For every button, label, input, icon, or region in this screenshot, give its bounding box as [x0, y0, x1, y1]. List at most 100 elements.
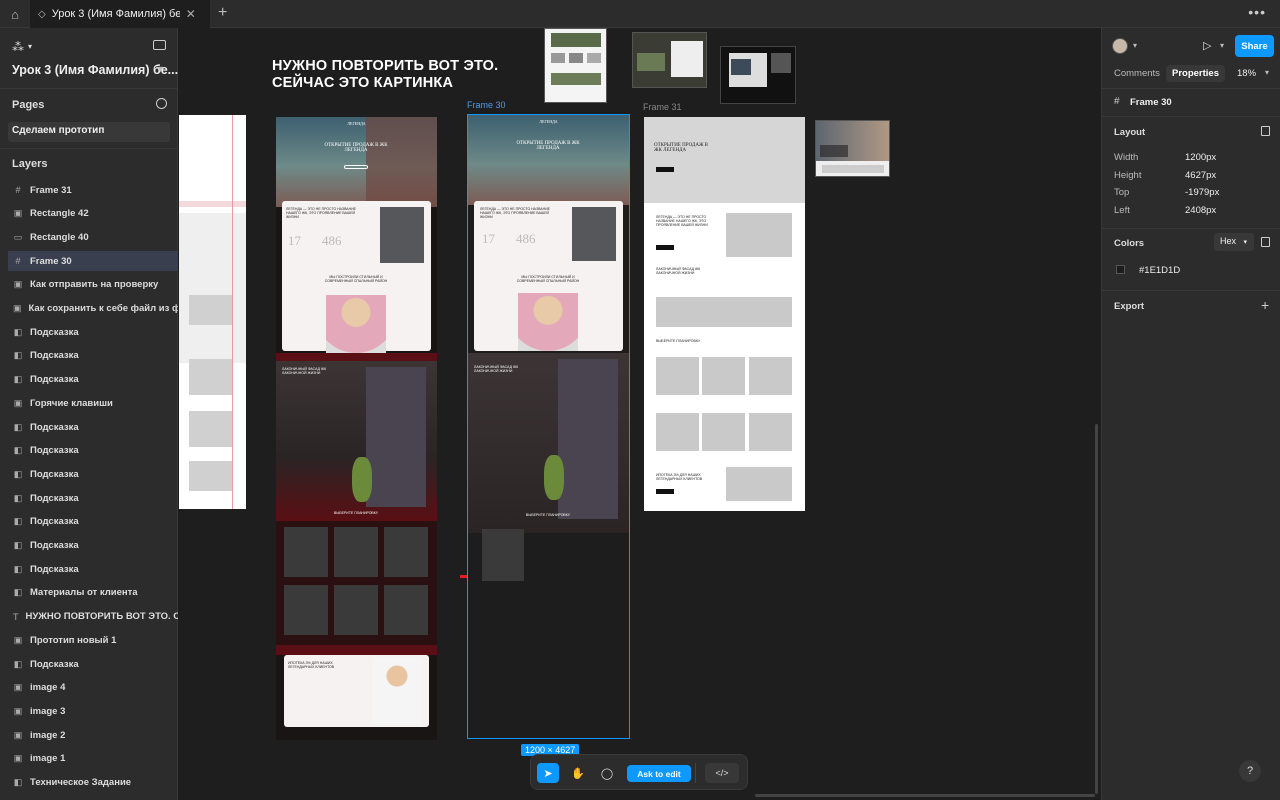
thumbnail-image-2[interactable]	[632, 32, 707, 88]
layer-item[interactable]: ▣ Rectangle 42	[8, 204, 178, 224]
comment-tool-icon[interactable]: ◯	[596, 763, 618, 783]
layout-prop-label: Left	[1114, 205, 1130, 217]
chevron-down-icon[interactable]: ▾	[1265, 68, 1269, 77]
page-item-prototype[interactable]: Сделаем прототип	[8, 122, 170, 142]
layout-prop-value[interactable]: 1200px	[1185, 152, 1216, 163]
layer-item[interactable]: ▣ image 2	[8, 725, 178, 745]
layer-item[interactable]: ◧ Техническое Задание	[8, 773, 178, 793]
frame31-offer-title: ИПОТЕКА 3% ДЛЯ НАШИХ ЛЕГЕНДАРНЫХ КЛИЕНТО…	[656, 473, 703, 481]
help-icon[interactable]: ?	[1239, 760, 1261, 782]
share-button[interactable]: Share	[1235, 35, 1274, 57]
clipboard-icon[interactable]	[1261, 126, 1270, 136]
avatar[interactable]	[1112, 38, 1128, 54]
layer-item[interactable]: # Frame 31	[8, 180, 178, 200]
layer-type-icon: ◧	[13, 374, 23, 385]
main-menu-button[interactable]: ⁂ ▾	[12, 40, 32, 54]
layer-label: Подсказка	[30, 658, 79, 670]
layer-item[interactable]: ◧ Материалы от клиента	[8, 583, 178, 603]
play-icon[interactable]: ▷	[1203, 39, 1211, 52]
layer-label: image 1	[30, 753, 66, 765]
layout-prop-value[interactable]: 2408px	[1185, 205, 1216, 216]
chevron-down-icon[interactable]: ▼	[156, 64, 165, 74]
move-tool-icon[interactable]: ➤	[537, 763, 559, 783]
layer-item[interactable]: ▣ Горячие клавиши	[8, 393, 178, 413]
thumbnail-image-3[interactable]	[720, 46, 796, 104]
layer-type-icon: ◧	[13, 445, 23, 456]
add-export-plus-icon[interactable]: +	[1261, 297, 1269, 313]
more-options-icon[interactable]: •••	[1248, 4, 1266, 20]
color-swatch[interactable]	[1116, 265, 1125, 274]
layer-item[interactable]: ▣ image 3	[8, 701, 178, 721]
ask-to-edit-button[interactable]: Ask to edit	[627, 765, 691, 782]
tab-properties[interactable]: Properties	[1166, 65, 1225, 82]
frame31-label[interactable]: Frame 31	[643, 102, 682, 112]
layer-item[interactable]: ▣ Прототип новый 1	[8, 630, 178, 650]
layer-item[interactable]: ▣ image 4	[8, 678, 178, 698]
selection-name[interactable]: Frame 30	[1130, 97, 1172, 108]
layer-item[interactable]: ◧ Подсказка	[8, 512, 178, 532]
layer-item[interactable]: ◧ Подсказка	[8, 654, 178, 674]
layer-type-icon: ▣	[13, 753, 23, 764]
layer-item[interactable]: ◧ Подсказка	[8, 464, 178, 484]
layer-label: Подсказка	[30, 445, 79, 457]
chevron-down-icon[interactable]: ▾	[1220, 41, 1224, 50]
headline-line-1: НУЖНО ПОВТОРИТЬ ВОТ ЭТО.	[272, 58, 499, 74]
chevron-down-icon[interactable]: ▾	[1133, 41, 1137, 50]
divider	[1102, 290, 1280, 291]
file-tab[interactable]: ◇ Урок 3 (Имя Фамилия) бесплатн ✕	[30, 0, 210, 28]
layer-item[interactable]: T НУЖНО ПОВТОРИТЬ ВОТ ЭТО. Сейчас	[8, 607, 178, 627]
canvas-headline-text[interactable]: НУЖНО ПОВТОРИТЬ ВОТ ЭТО. СЕЙЧАС ЭТО КАРТ…	[272, 58, 498, 92]
horizontal-scrollbar[interactable]	[755, 794, 1095, 797]
layer-type-icon: #	[15, 256, 21, 267]
dev-mode-code-icon[interactable]: </>	[705, 763, 739, 783]
placeholder	[726, 213, 792, 257]
mockup-brand: ЛЕГЕНДА	[347, 121, 366, 126]
left-sidebar: ⁂ ▾ Урок 3 (Имя Фамилия) бе... ▼ Pages С…	[0, 28, 178, 800]
bottom-toolbar: ➤ ✋ ◯ Ask to edit </>	[530, 754, 748, 790]
partial-frame-left[interactable]	[179, 115, 246, 509]
new-tab-plus-icon[interactable]: +	[218, 4, 227, 22]
project-name[interactable]: Урок 3 (Имя Фамилия) бе...	[12, 63, 178, 77]
layer-label: Материалы от клиента	[30, 587, 138, 599]
home-icon[interactable]: ⌂	[0, 0, 30, 28]
layer-item[interactable]: ◧ Подсказка	[8, 536, 178, 556]
frame-30-selected[interactable]: ЛЕГЕНДА ОТКРЫТИЕ ПРОДАЖ В ЖК ЛЕГЕНДА ЛЕГ…	[467, 114, 630, 739]
layout-prop-value[interactable]: -1979px	[1185, 187, 1219, 198]
layers-title: Layers	[12, 158, 48, 170]
layer-item[interactable]: ◧ Подсказка	[8, 488, 178, 508]
layer-type-icon: ◧	[13, 421, 23, 432]
vertical-scrollbar[interactable]	[1095, 424, 1098, 794]
layer-item[interactable]: ▣ image 1	[8, 749, 178, 769]
layer-item[interactable]: ▣ Как отправить на проверку	[8, 275, 178, 295]
tab-comments[interactable]: Comments	[1114, 68, 1160, 79]
close-icon[interactable]: ✕	[186, 7, 196, 21]
layer-item[interactable]: ▭ Rectangle 40	[8, 227, 178, 247]
thumbnail-image-1[interactable]	[544, 28, 607, 103]
design-canvas[interactable]: НУЖНО ПОВТОРИТЬ ВОТ ЭТО. СЕЙЧАС ЭТО КАРТ…	[179, 28, 1101, 800]
layer-item[interactable]: ◧ Подсказка	[8, 370, 178, 390]
frame-31-wireframe[interactable]: ОТКРЫТИЕ ПРОДАЖ В ЖК ЛЕГЕНДА ЛЕГЕНДА — Э…	[644, 117, 805, 511]
hand-tool-icon[interactable]: ✋	[567, 763, 589, 783]
layer-item[interactable]: ◧ Подсказка	[8, 346, 178, 366]
layer-item[interactable]: ◧ Подсказка	[8, 441, 178, 461]
color-format-select[interactable]: Hex ▾	[1214, 233, 1254, 251]
layer-item[interactable]: ▣ Как сохранить к себе файл из фигмы	[8, 299, 178, 319]
layer-label: Прототип новый 1	[30, 634, 117, 646]
divider	[0, 88, 178, 89]
panel-toggle-icon[interactable]	[153, 40, 166, 50]
layer-type-icon: #	[15, 185, 21, 195]
zoom-level[interactable]: 18%	[1237, 68, 1256, 79]
layer-item[interactable]: # Frame 30	[8, 251, 178, 272]
layer-item[interactable]: ◧ Подсказка	[8, 322, 178, 342]
frame30-label[interactable]: Frame 30	[467, 100, 506, 110]
layer-item[interactable]: ◧ Подсказка	[8, 559, 178, 579]
search-icon[interactable]	[156, 98, 167, 109]
layer-label: Подсказка	[30, 326, 79, 338]
layer-type-icon: ◧	[13, 777, 23, 787]
design-mockup-image[interactable]: ЛЕГЕНДА ОТКРЫТИЕ ПРОДАЖ В ЖК ЛЕГЕНДА ЛЕГ…	[276, 117, 437, 740]
layout-prop-value[interactable]: 4627px	[1185, 170, 1216, 181]
clipboard-icon[interactable]	[1261, 237, 1270, 247]
color-hex-value[interactable]: #1E1D1D	[1139, 265, 1180, 276]
layer-item[interactable]: ◧ Подсказка	[8, 417, 178, 437]
thumbnail-image-4[interactable]	[815, 120, 890, 177]
